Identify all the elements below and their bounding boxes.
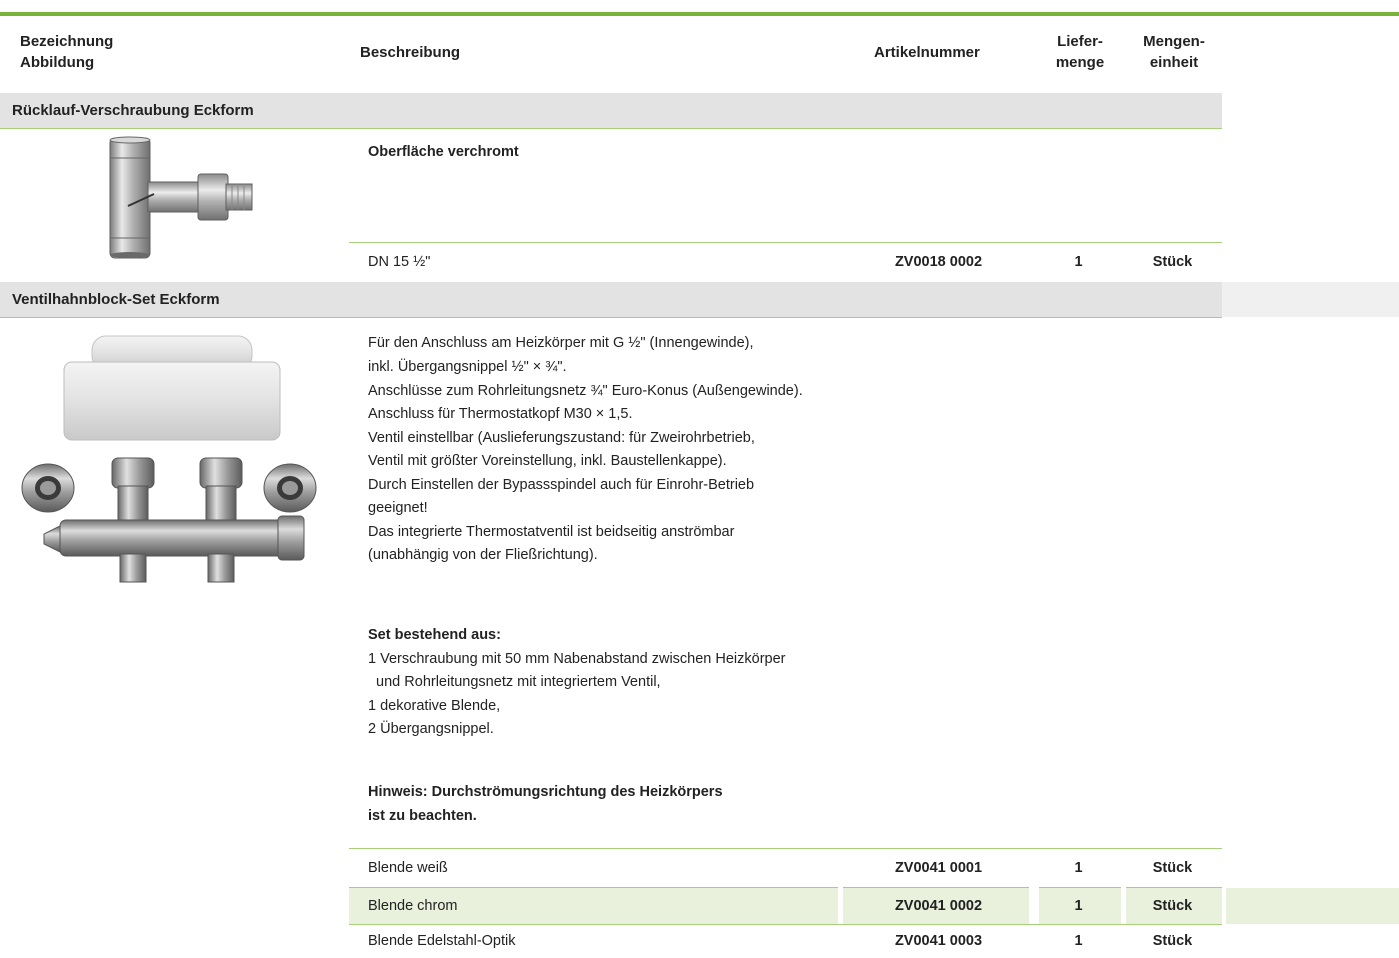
row-divider xyxy=(349,848,1222,849)
fitting-illustration xyxy=(109,136,253,259)
set-item: 2 Übergangsnippel. xyxy=(368,721,494,737)
description-line: (unabhängig von der Fließrichtung). xyxy=(368,547,598,563)
header-qty-line1: Liefer- xyxy=(1057,33,1103,50)
row-unit: Stück xyxy=(1152,254,1193,270)
description-line: inkl. Übergangsnippel ½" × ¾". xyxy=(368,359,567,375)
section-divider xyxy=(0,317,1222,318)
row-quantity: 1 xyxy=(1074,898,1083,914)
section-title: Rücklauf-Verschraubung Eckform xyxy=(12,102,254,119)
header-description: Beschreibung xyxy=(360,44,461,61)
valve-block-set-photo xyxy=(14,330,322,588)
header-delivery-quantity: Liefer- menge xyxy=(1040,31,1120,73)
header-article-number: Artikelnummer xyxy=(874,44,980,61)
description-line: geeignet! xyxy=(368,500,428,516)
column-divider xyxy=(349,16,350,18)
header-name-line1: Bezeichnung xyxy=(20,33,114,50)
row-article-number: ZV0018 0002 xyxy=(894,254,983,270)
section-header-extension xyxy=(1222,282,1399,317)
row-description: Blende chrom xyxy=(368,898,458,914)
angle-return-fitting-photo xyxy=(72,134,272,266)
section-divider xyxy=(0,128,1222,129)
note-line: Hinweis: Durchströmungsrichtung des Heiz… xyxy=(368,784,723,800)
row-description: Blende weiß xyxy=(368,860,448,876)
row-unit: Stück xyxy=(1152,898,1193,914)
set-item: und Rohrleitungsnetz mit integriertem Ve… xyxy=(368,674,661,690)
column-divider xyxy=(1034,16,1035,18)
description-line: Für den Anschluss am Heizkörper mit G ½"… xyxy=(368,335,754,351)
row-highlight xyxy=(1226,888,1399,924)
row-description: Blende Edelstahl-Optik xyxy=(368,933,516,949)
description-line: Ventil mit größter Voreinstellung, inkl.… xyxy=(368,453,727,469)
note-line: ist zu beachten. xyxy=(368,808,477,824)
row-article-number: ZV0041 0003 xyxy=(894,933,983,949)
row-unit: Stück xyxy=(1152,860,1193,876)
header-qty-line2: menge xyxy=(1055,54,1105,71)
description-line: Das integrierte Thermostatventil ist bei… xyxy=(368,524,735,540)
row-quantity: 1 xyxy=(1074,933,1083,949)
header-name-line2: Abbildung xyxy=(20,54,95,71)
row-divider xyxy=(349,242,1222,243)
description-line: Anschlüsse zum Rohrleitungsnetz ¾" Euro-… xyxy=(368,383,803,399)
description-line: Durch Einstellen der Bypassspindel auch … xyxy=(368,477,755,493)
section-header: Rücklauf-Verschraubung Eckform xyxy=(0,93,1222,128)
set-item: 1 Verschraubung mit 50 mm Nabenabstand z… xyxy=(368,651,786,667)
row-quantity: 1 xyxy=(1074,254,1083,270)
description-line: Ventil einstellbar (Auslieferungszustand… xyxy=(368,430,755,446)
row-quantity: 1 xyxy=(1074,860,1083,876)
header-name-column: Bezeichnung Abbildung xyxy=(20,31,113,73)
row-unit: Stück xyxy=(1152,933,1193,949)
description-line: Anschluss für Thermostatkopf M30 × 1,5. xyxy=(368,406,633,422)
section-title: Ventilhahnblock-Set Eckform xyxy=(12,291,220,308)
section-description-heading: Oberfläche verchromt xyxy=(368,144,519,160)
row-description: DN 15 ½" xyxy=(368,254,431,270)
header-unit-line2: einheit xyxy=(1149,54,1199,71)
column-divider xyxy=(1222,16,1223,18)
row-article-number: ZV0041 0002 xyxy=(894,898,983,914)
row-article-number: ZV0041 0001 xyxy=(894,860,983,876)
header-unit-line1: Mengen- xyxy=(1143,33,1205,50)
valve-set-illustration xyxy=(21,335,317,583)
column-divider xyxy=(1123,16,1124,18)
section-header: Ventilhahnblock-Set Eckform xyxy=(0,282,1222,317)
top-accent-bar xyxy=(0,12,1399,16)
set-item: 1 dekorative Blende, xyxy=(368,698,501,714)
header-quantity-unit: Mengen- einheit xyxy=(1130,31,1218,73)
set-heading: Set bestehend aus: xyxy=(368,627,501,643)
column-divider xyxy=(843,16,844,18)
